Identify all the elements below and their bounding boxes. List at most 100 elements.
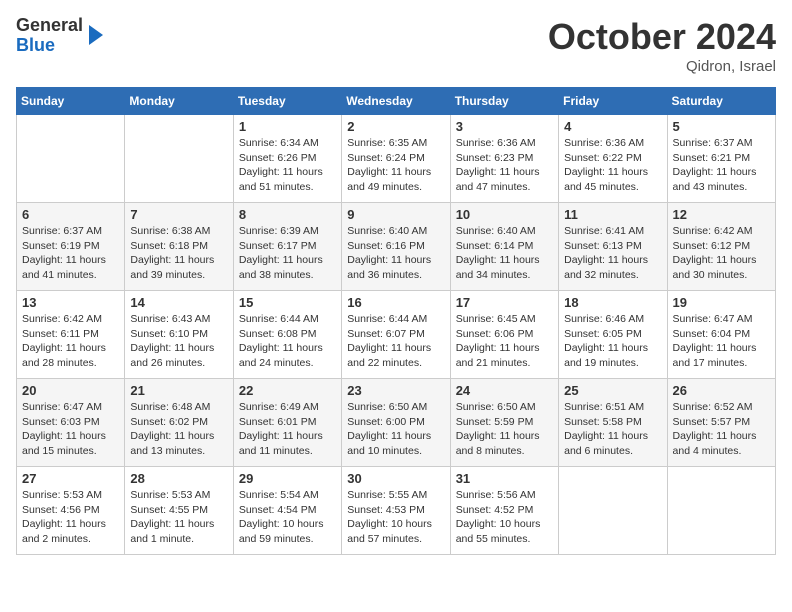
day-number: 7	[130, 207, 227, 222]
day-info: Sunrise: 6:44 AM Sunset: 6:08 PM Dayligh…	[239, 312, 336, 371]
day-header-tuesday: Tuesday	[233, 88, 341, 115]
calendar-day-cell: 22 Sunrise: 6:49 AM Sunset: 6:01 PM Dayli…	[233, 379, 341, 467]
day-info: Sunrise: 6:44 AM Sunset: 6:07 PM Dayligh…	[347, 312, 444, 371]
calendar-table: SundayMondayTuesdayWednesdayThursdayFrid…	[16, 87, 776, 555]
title-block: October 2024 Qidron, Israel	[548, 16, 776, 75]
calendar-day-cell: 7 Sunrise: 6:38 AM Sunset: 6:18 PM Daylig…	[125, 203, 233, 291]
calendar-day-cell: 31 Sunrise: 5:56 AM Sunset: 4:52 PM Dayli…	[450, 467, 558, 555]
day-number: 25	[564, 383, 661, 398]
day-info: Sunrise: 5:53 AM Sunset: 4:56 PM Dayligh…	[22, 488, 119, 547]
day-number: 10	[456, 207, 553, 222]
calendar-day-cell: 9 Sunrise: 6:40 AM Sunset: 6:16 PM Daylig…	[342, 203, 450, 291]
day-info: Sunrise: 6:35 AM Sunset: 6:24 PM Dayligh…	[347, 136, 444, 195]
calendar-day-cell: 8Sunrise: 6:39 AM Sunset: 6:17 PM Daylig…	[233, 203, 341, 291]
day-number: 11	[564, 207, 661, 222]
calendar-day-cell	[17, 115, 125, 203]
day-number: 19	[673, 295, 770, 310]
day-number: 22	[239, 383, 336, 398]
calendar-day-cell: 14 Sunrise: 6:43 AM Sunset: 6:10 PM Dayli…	[125, 291, 233, 379]
day-number: 8	[239, 207, 336, 222]
calendar-day-cell: 20 Sunrise: 6:47 AM Sunset: 6:03 PM Dayli…	[17, 379, 125, 467]
month-title: October 2024	[548, 16, 776, 58]
calendar-day-cell: 30Sunrise: 5:55 AM Sunset: 4:53 PM Dayli…	[342, 467, 450, 555]
calendar-day-cell: 13 Sunrise: 6:42 AM Sunset: 6:11 PM Dayli…	[17, 291, 125, 379]
day-info: Sunrise: 6:50 AM Sunset: 5:59 PM Dayligh…	[456, 400, 553, 459]
day-info: Sunrise: 6:49 AM Sunset: 6:01 PM Dayligh…	[239, 400, 336, 459]
day-info: Sunrise: 6:45 AM Sunset: 6:06 PM Dayligh…	[456, 312, 553, 371]
calendar-day-cell: 5 Sunrise: 6:37 AM Sunset: 6:21 PM Daylig…	[667, 115, 775, 203]
calendar-week-row: 20 Sunrise: 6:47 AM Sunset: 6:03 PM Dayli…	[17, 379, 776, 467]
day-info: Sunrise: 6:36 AM Sunset: 6:23 PM Dayligh…	[456, 136, 553, 195]
calendar-day-cell: 10Sunrise: 6:40 AM Sunset: 6:14 PM Dayli…	[450, 203, 558, 291]
day-info: Sunrise: 6:34 AM Sunset: 6:26 PM Dayligh…	[239, 136, 336, 195]
day-number: 14	[130, 295, 227, 310]
location-subtitle: Qidron, Israel	[548, 58, 776, 75]
calendar-day-cell	[125, 115, 233, 203]
logo: General Blue	[16, 16, 103, 56]
day-info: Sunrise: 6:37 AM Sunset: 6:21 PM Dayligh…	[673, 136, 770, 195]
day-info: Sunrise: 6:47 AM Sunset: 6:03 PM Dayligh…	[22, 400, 119, 459]
calendar-day-cell	[559, 467, 667, 555]
day-number: 13	[22, 295, 119, 310]
calendar-day-cell: 2 Sunrise: 6:35 AM Sunset: 6:24 PM Daylig…	[342, 115, 450, 203]
day-number: 24	[456, 383, 553, 398]
day-header-thursday: Thursday	[450, 88, 558, 115]
day-number: 9	[347, 207, 444, 222]
calendar-day-cell: 23Sunrise: 6:50 AM Sunset: 6:00 PM Dayli…	[342, 379, 450, 467]
day-info: Sunrise: 6:52 AM Sunset: 5:57 PM Dayligh…	[673, 400, 770, 459]
day-info: Sunrise: 6:36 AM Sunset: 6:22 PM Dayligh…	[564, 136, 661, 195]
calendar-header-row: SundayMondayTuesdayWednesdayThursdayFrid…	[17, 88, 776, 115]
day-number: 5	[673, 119, 770, 134]
calendar-day-cell: 28 Sunrise: 5:53 AM Sunset: 4:55 PM Dayli…	[125, 467, 233, 555]
day-number: 26	[673, 383, 770, 398]
day-info: Sunrise: 6:38 AM Sunset: 6:18 PM Dayligh…	[130, 224, 227, 283]
day-number: 29	[239, 471, 336, 486]
day-info: Sunrise: 6:37 AM Sunset: 6:19 PM Dayligh…	[22, 224, 119, 283]
calendar-week-row: 1Sunrise: 6:34 AM Sunset: 6:26 PM Daylig…	[17, 115, 776, 203]
calendar-day-cell: 11 Sunrise: 6:41 AM Sunset: 6:13 PM Dayli…	[559, 203, 667, 291]
day-header-saturday: Saturday	[667, 88, 775, 115]
day-header-wednesday: Wednesday	[342, 88, 450, 115]
calendar-day-cell: 25 Sunrise: 6:51 AM Sunset: 5:58 PM Dayli…	[559, 379, 667, 467]
day-number: 31	[456, 471, 553, 486]
calendar-week-row: 13 Sunrise: 6:42 AM Sunset: 6:11 PM Dayli…	[17, 291, 776, 379]
day-header-sunday: Sunday	[17, 88, 125, 115]
day-number: 2	[347, 119, 444, 134]
calendar-day-cell: 18Sunrise: 6:46 AM Sunset: 6:05 PM Dayli…	[559, 291, 667, 379]
calendar-day-cell: 29Sunrise: 5:54 AM Sunset: 4:54 PM Dayli…	[233, 467, 341, 555]
day-info: Sunrise: 6:41 AM Sunset: 6:13 PM Dayligh…	[564, 224, 661, 283]
day-info: Sunrise: 6:40 AM Sunset: 6:16 PM Dayligh…	[347, 224, 444, 283]
calendar-day-cell: 27 Sunrise: 5:53 AM Sunset: 4:56 PM Dayli…	[17, 467, 125, 555]
calendar-week-row: 6 Sunrise: 6:37 AM Sunset: 6:19 PM Daylig…	[17, 203, 776, 291]
day-info: Sunrise: 6:48 AM Sunset: 6:02 PM Dayligh…	[130, 400, 227, 459]
calendar-day-cell: 6 Sunrise: 6:37 AM Sunset: 6:19 PM Daylig…	[17, 203, 125, 291]
day-info: Sunrise: 6:43 AM Sunset: 6:10 PM Dayligh…	[130, 312, 227, 371]
day-header-monday: Monday	[125, 88, 233, 115]
day-header-friday: Friday	[559, 88, 667, 115]
calendar-day-cell: 24 Sunrise: 6:50 AM Sunset: 5:59 PM Dayli…	[450, 379, 558, 467]
day-info: Sunrise: 6:42 AM Sunset: 6:11 PM Dayligh…	[22, 312, 119, 371]
day-number: 28	[130, 471, 227, 486]
calendar-day-cell: 21Sunrise: 6:48 AM Sunset: 6:02 PM Dayli…	[125, 379, 233, 467]
day-number: 18	[564, 295, 661, 310]
day-info: Sunrise: 5:53 AM Sunset: 4:55 PM Dayligh…	[130, 488, 227, 547]
logo-blue: Blue	[16, 35, 55, 55]
calendar-day-cell: 19Sunrise: 6:47 AM Sunset: 6:04 PM Dayli…	[667, 291, 775, 379]
day-number: 3	[456, 119, 553, 134]
calendar-day-cell: 15 Sunrise: 6:44 AM Sunset: 6:08 PM Dayli…	[233, 291, 341, 379]
calendar-week-row: 27 Sunrise: 5:53 AM Sunset: 4:56 PM Dayli…	[17, 467, 776, 555]
logo-arrow-icon	[89, 25, 103, 45]
day-number: 30	[347, 471, 444, 486]
day-number: 4	[564, 119, 661, 134]
day-number: 15	[239, 295, 336, 310]
logo-general: General	[16, 15, 83, 35]
day-info: Sunrise: 6:51 AM Sunset: 5:58 PM Dayligh…	[564, 400, 661, 459]
calendar-day-cell: 16Sunrise: 6:44 AM Sunset: 6:07 PM Dayli…	[342, 291, 450, 379]
day-number: 20	[22, 383, 119, 398]
day-number: 6	[22, 207, 119, 222]
day-info: Sunrise: 6:50 AM Sunset: 6:00 PM Dayligh…	[347, 400, 444, 459]
calendar-day-cell: 4 Sunrise: 6:36 AM Sunset: 6:22 PM Daylig…	[559, 115, 667, 203]
day-number: 27	[22, 471, 119, 486]
page-header: General Blue October 2024 Qidron, Israel	[16, 16, 776, 75]
day-info: Sunrise: 5:56 AM Sunset: 4:52 PM Dayligh…	[456, 488, 553, 547]
